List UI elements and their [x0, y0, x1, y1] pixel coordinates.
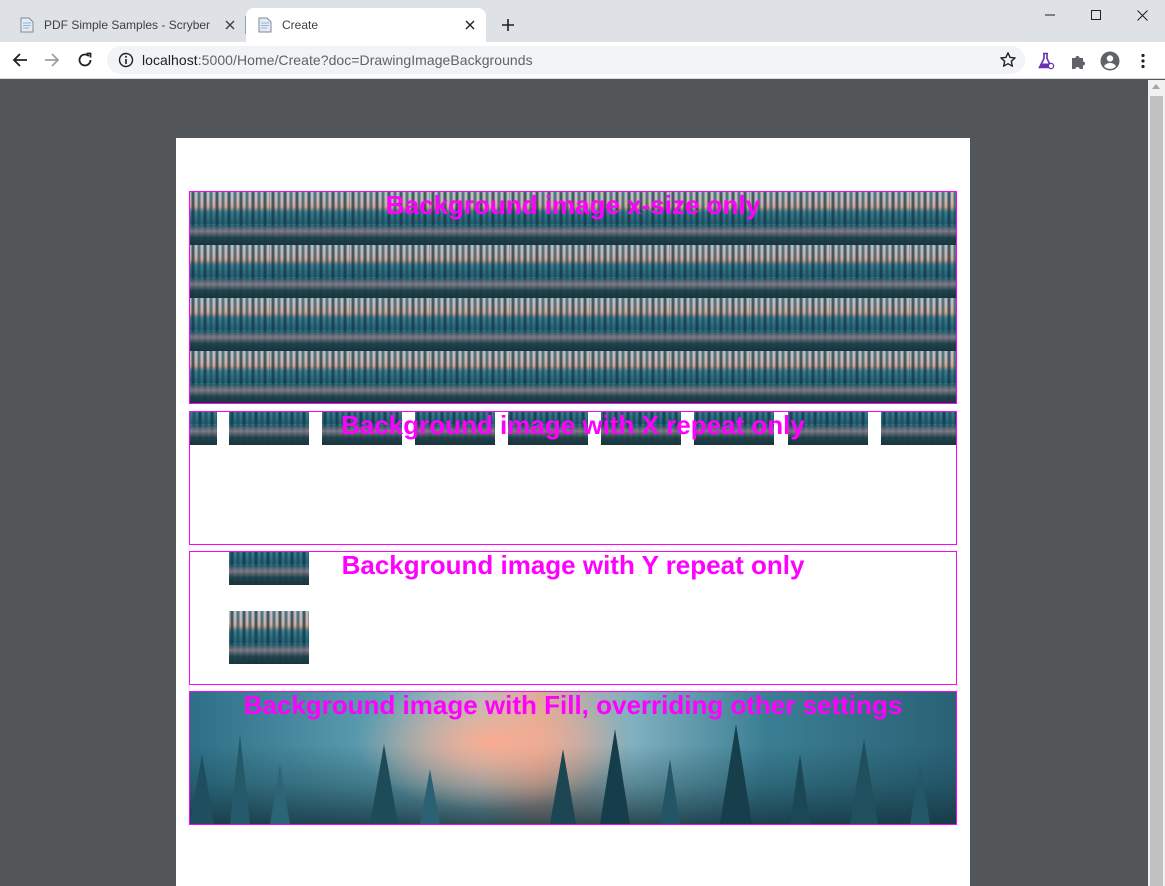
window-close-icon — [1136, 9, 1148, 21]
background-tile-grid — [190, 192, 956, 403]
minimize-icon — [1045, 14, 1055, 16]
tree-shape — [370, 744, 398, 824]
background-tile — [430, 298, 510, 351]
tree-shape — [550, 749, 576, 824]
extensions-button[interactable] — [1067, 50, 1089, 72]
forward-button[interactable] — [38, 46, 66, 74]
background-tile — [750, 245, 830, 298]
info-icon[interactable] — [118, 52, 134, 68]
background-tile — [910, 351, 956, 403]
scroll-up-arrow[interactable] — [1152, 84, 1160, 89]
tree-shape — [270, 764, 290, 824]
menu-icon — [1141, 53, 1145, 69]
background-tile — [670, 351, 750, 403]
plus-icon — [502, 19, 514, 31]
background-tile — [590, 298, 670, 351]
account-icon — [1100, 51, 1120, 71]
url-text: localhost:5000/Home/Create?doc=DrawingIm… — [142, 52, 533, 68]
background-tile — [270, 351, 350, 403]
star-icon[interactable] — [999, 51, 1017, 69]
section-fill: Background image with Fill, overriding o… — [189, 691, 957, 825]
section-title: Background image with Fill, overriding o… — [243, 691, 903, 720]
background-tile — [590, 245, 670, 298]
background-tile — [270, 298, 350, 351]
background-tile — [910, 245, 956, 298]
tab-title: PDF Simple Samples - Scryber — [44, 18, 211, 32]
tree-shape — [190, 754, 214, 824]
background-tile — [590, 351, 670, 403]
tree-shape — [660, 759, 680, 824]
document-icon — [258, 17, 272, 33]
background-tile — [190, 245, 270, 298]
background-tile — [430, 351, 510, 403]
back-button[interactable] — [6, 46, 34, 74]
browser-toolbar: localhost:5000/Home/Create?doc=DrawingIm… — [0, 42, 1165, 79]
background-tile — [229, 611, 309, 664]
reload-icon — [78, 52, 92, 67]
background-tile — [510, 298, 590, 351]
tree-shape — [230, 734, 250, 824]
tree-shape — [850, 739, 878, 824]
url-host: localhost — [142, 52, 198, 68]
profile-button[interactable] — [1099, 50, 1121, 72]
tab-title: Create — [282, 18, 319, 32]
minimize-button[interactable] — [1027, 0, 1073, 30]
background-tile — [350, 298, 430, 351]
background-tile — [750, 351, 830, 403]
tree-shape — [600, 729, 630, 824]
tree-shape — [720, 724, 752, 824]
background-tile — [670, 298, 750, 351]
section-x-repeat: Background image with X repeat only — [189, 411, 957, 545]
pdf-page: Background image x-size only Background … — [176, 138, 970, 886]
viewer-scrollbar[interactable] — [1148, 80, 1165, 886]
labs-flask-icon — [1038, 52, 1055, 70]
section-title: Background image with Y repeat only — [341, 551, 805, 580]
address-bar[interactable]: localhost:5000/Home/Create?doc=DrawingIm… — [107, 46, 1025, 74]
puzzle-icon — [1071, 55, 1085, 69]
maximize-icon — [1091, 10, 1101, 20]
labs-button[interactable] — [1035, 50, 1057, 72]
section-title: Background image x-size only — [385, 191, 761, 220]
section-title: Background image with X repeat only — [341, 411, 805, 440]
background-tile — [670, 245, 750, 298]
menu-button[interactable] — [1132, 50, 1154, 72]
url-path: :5000/Home/Create?doc=DrawingImageBackgr… — [197, 52, 533, 68]
maximize-button[interactable] — [1073, 0, 1119, 30]
tab-strip: PDF Simple Samples - Scryber Create — [0, 0, 1165, 42]
section-x-size: Background image x-size only — [189, 191, 957, 404]
tab-pdf-samples[interactable]: PDF Simple Samples - Scryber — [8, 8, 246, 42]
background-tile — [430, 245, 510, 298]
tree-shape — [420, 769, 440, 824]
section-y-repeat: Background image with Y repeat only — [189, 551, 957, 685]
background-tile — [910, 298, 956, 351]
new-tab-button[interactable] — [494, 11, 522, 39]
background-tile — [830, 245, 910, 298]
background-tile — [510, 245, 590, 298]
tree-shape — [910, 764, 930, 824]
background-tile — [830, 298, 910, 351]
document-icon — [20, 17, 34, 33]
close-icon[interactable] — [218, 13, 242, 37]
background-tile — [510, 351, 590, 403]
scrollbar-thumb[interactable] — [1150, 96, 1163, 886]
close-icon[interactable] — [458, 13, 482, 37]
background-tile — [190, 351, 270, 403]
background-tile — [750, 298, 830, 351]
background-tile — [830, 351, 910, 403]
background-tile — [350, 351, 430, 403]
back-icon — [12, 53, 27, 67]
tree-shape — [790, 754, 810, 824]
background-tile — [190, 298, 270, 351]
tab-create[interactable]: Create — [246, 8, 486, 42]
background-tile — [350, 245, 430, 298]
reload-button[interactable] — [71, 46, 99, 74]
forward-icon — [45, 53, 60, 67]
background-tile — [270, 245, 350, 298]
window-close-button[interactable] — [1119, 0, 1165, 30]
